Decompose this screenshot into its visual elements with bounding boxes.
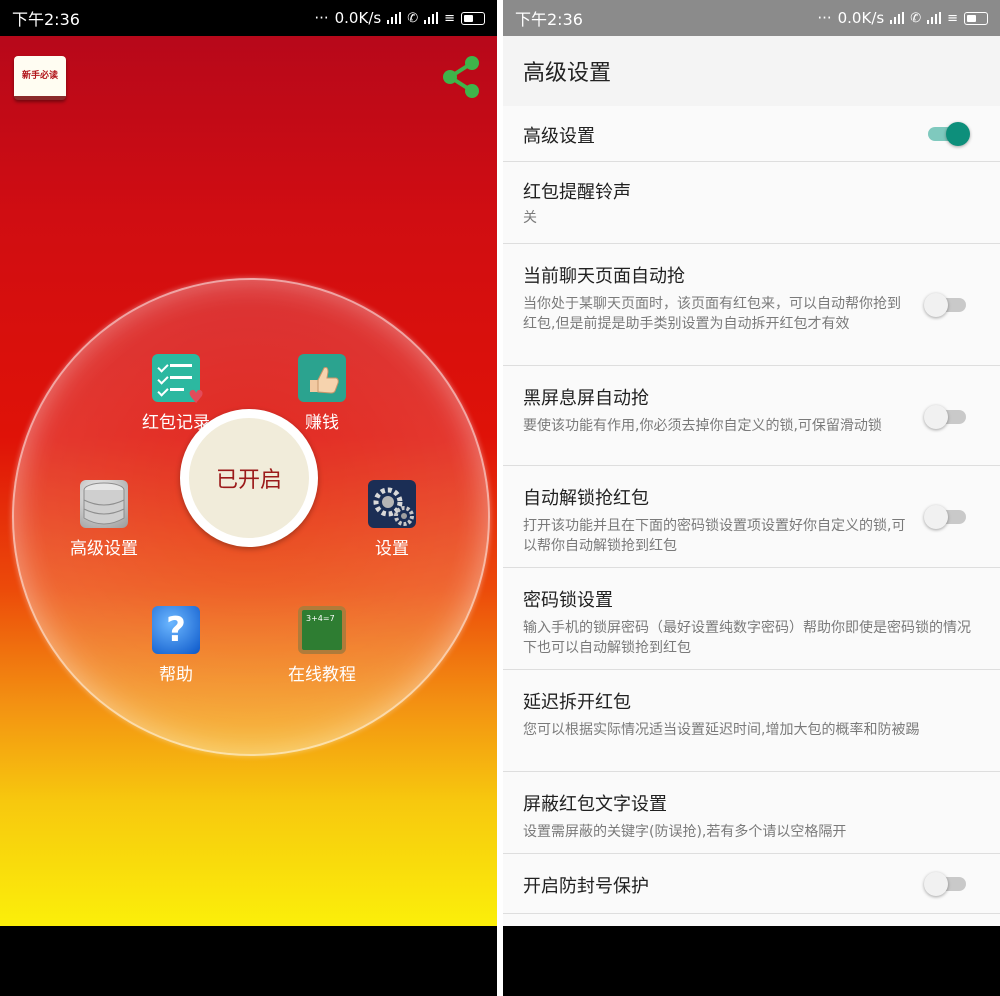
setting-row-anti-ban[interactable]: 开启防封号保护	[503, 854, 1000, 914]
question-icon: ?	[152, 606, 200, 654]
settings-label: 设置	[375, 539, 409, 559]
setting-name: 自动解锁抢红包	[523, 488, 649, 509]
help-button[interactable]: ? 帮助	[116, 606, 236, 685]
wifi-icon: ≡	[947, 10, 958, 26]
status-bar: 下午2:36 ··· 0.0K/s ✆ ≡	[503, 0, 1000, 36]
setting-name: 高级设置	[523, 126, 595, 147]
chat-auto-grab-toggle[interactable]	[924, 293, 966, 317]
setting-row-advanced[interactable]: 高级设置	[503, 106, 1000, 162]
setting-name: 密码锁设置	[523, 590, 613, 611]
status-time: 下午2:36	[12, 10, 80, 29]
setting-name: 当前聊天页面自动抢	[523, 266, 685, 287]
grab-toggle-button[interactable]: 已开启	[180, 409, 318, 547]
guide-label: 新手必读	[21, 71, 58, 81]
checklist-icon: ♥	[152, 354, 204, 407]
anti-ban-toggle[interactable]	[924, 872, 966, 896]
advanced-toggle[interactable]	[928, 122, 970, 146]
setting-desc: 输入手机的锁屏密码（最好设置纯数字密码）帮助你即使是密码锁的情况下也可以自动解锁…	[523, 620, 971, 656]
setting-row-block-words[interactable]: 屏蔽红包文字设置 设置需屏蔽的关键字(防误抢),若有多个请以空格隔开	[503, 772, 1000, 854]
setting-name: 延迟拆开红包	[523, 692, 631, 713]
page-title: 高级设置	[503, 36, 1000, 106]
setting-desc: 您可以根据实际情况适当设置延迟时间,增加大包的概率和防被踢	[523, 722, 920, 738]
status-bar: 下午2:36 ··· 0.0K/s ✆ ≡	[0, 0, 497, 36]
help-label: 帮助	[159, 665, 193, 685]
nav-bar	[0, 926, 497, 996]
call-off-icon: ✆	[407, 10, 419, 26]
setting-row-chat-auto-grab[interactable]: 当前聊天页面自动抢 当你处于某聊天页面时，该页面有红包来，可以自动帮你抢到红包,…	[503, 244, 1000, 366]
guide-book-button[interactable]: 新手必读	[14, 56, 66, 100]
gear-icon	[368, 480, 416, 528]
setting-name: 黑屏息屏自动抢	[523, 388, 649, 409]
share-icon[interactable]	[438, 54, 484, 100]
network-speed: 0.0K/s	[334, 9, 382, 27]
setting-desc: 关	[523, 210, 537, 226]
setting-row-password-lock[interactable]: 密码锁设置 输入手机的锁屏密码（最好设置纯数字密码）帮助你即使是密码锁的情况下也…	[503, 568, 1000, 670]
signal-icon	[387, 12, 402, 24]
online-tutorial-button[interactable]: 3+4=7 在线教程	[262, 606, 382, 685]
tutorial-label: 在线教程	[288, 665, 356, 685]
blackboard-icon: 3+4=7	[298, 606, 346, 654]
setting-name: 开启防封号保护	[523, 876, 649, 897]
status-time: 下午2:36	[515, 10, 583, 29]
setting-row-screen-off-grab[interactable]: 黑屏息屏自动抢 要使该功能有作用,你必须去掉你自定义的锁,可保留滑动锁	[503, 366, 1000, 466]
toggle-knob	[924, 872, 948, 896]
signal-icon-2	[927, 12, 942, 24]
setting-row-delay-open[interactable]: 延迟拆开红包 您可以根据实际情况适当设置延迟时间,增加大包的概率和防被踢	[503, 670, 1000, 772]
setting-desc: 设置需屏蔽的关键字(防误抢),若有多个请以空格隔开	[523, 824, 847, 840]
setting-name: 屏蔽红包文字设置	[523, 794, 667, 815]
thumbs-up-icon	[298, 354, 346, 402]
network-speed: 0.0K/s	[837, 9, 885, 27]
settings-page: 高级设置 高级设置 红包提醒铃声 关 当前聊天页面自动抢 当你处于某聊天页面时，…	[503, 36, 1000, 926]
setting-row-auto-unlock[interactable]: 自动解锁抢红包 打开该功能并且在下面的密码锁设置项设置好你自定义的锁,可以帮你自…	[503, 466, 1000, 568]
setting-row-ringtone[interactable]: 红包提醒铃声 关	[503, 162, 1000, 244]
call-off-icon: ✆	[910, 10, 922, 26]
screen-off-grab-toggle[interactable]	[924, 405, 966, 429]
settings-button[interactable]: 设置	[332, 480, 452, 559]
toggle-knob	[924, 505, 948, 529]
toggle-knob	[924, 405, 948, 429]
status-dots: ···	[314, 9, 329, 27]
setting-name: 红包提醒铃声	[523, 182, 631, 203]
nav-bar	[503, 926, 1000, 996]
toggle-knob	[924, 293, 948, 317]
status-dots: ···	[817, 9, 832, 27]
advanced-label: 高级设置	[70, 539, 138, 559]
advanced-settings-button[interactable]: 高级设置	[44, 480, 164, 559]
battery-icon	[461, 11, 485, 25]
left-screen: 下午2:36 ··· 0.0K/s ✆ ≡ 新手必读 ♥ 红包记录 赚钱 高级设…	[0, 0, 497, 996]
auto-unlock-toggle[interactable]	[924, 505, 966, 529]
setting-desc: 打开该功能并且在下面的密码锁设置项设置好你自定义的锁,可以帮你自动解锁抢到红包	[523, 518, 906, 554]
right-screen: 下午2:36 ··· 0.0K/s ✆ ≡ 高级设置 高级设置 红包提醒铃声 关…	[503, 0, 1000, 996]
signal-icon	[890, 12, 905, 24]
wifi-icon: ≡	[444, 10, 455, 26]
battery-icon	[964, 11, 988, 25]
toggle-knob	[946, 122, 970, 146]
setting-desc: 要使该功能有作用,你必须去掉你自定义的锁,可保留滑动锁	[523, 418, 882, 434]
signal-icon-2	[424, 12, 439, 24]
grab-status-text: 已开启	[215, 468, 282, 493]
database-icon	[80, 480, 128, 528]
setting-desc: 当你处于某聊天页面时，该页面有红包来，可以自动帮你抢到红包,但是前提是助手类别设…	[523, 296, 901, 332]
